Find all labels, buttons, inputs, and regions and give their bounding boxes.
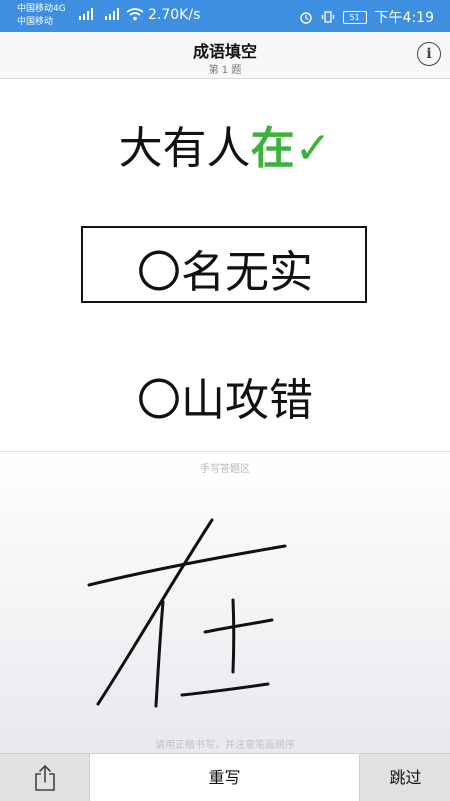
idiom-line-3: 〇山攻错 bbox=[0, 364, 450, 428]
share-button[interactable] bbox=[0, 754, 90, 801]
bottom-toolbar: 重写 跳过 bbox=[0, 753, 450, 801]
wifi-icon bbox=[126, 8, 144, 21]
filled-answer: 在 bbox=[250, 123, 295, 174]
idiom-text: 大有人 bbox=[118, 123, 251, 174]
clock: 下午4:19 bbox=[374, 10, 434, 26]
question-number: 第 1 题 bbox=[208, 65, 242, 76]
idiom-line-2: 〇名无实 bbox=[0, 236, 450, 300]
idiom-text: 名无实 bbox=[181, 247, 313, 298]
carrier-label-2: 中国移动 bbox=[17, 17, 54, 27]
rewrite-button[interactable]: 重写 bbox=[90, 754, 359, 801]
info-button[interactable]: i bbox=[417, 42, 441, 66]
carrier-label: 中国移动4G bbox=[17, 4, 66, 14]
skip-button[interactable]: 跳过 bbox=[359, 754, 450, 801]
alarm-icon bbox=[299, 12, 312, 24]
blank-circle-icon: 〇 bbox=[137, 247, 181, 298]
battery-icon: 51 bbox=[342, 10, 367, 24]
status-right: 51 下午4:19 bbox=[299, 7, 434, 27]
idiom-line-1: 大有人在✓ bbox=[0, 112, 450, 176]
network-speed: 2.70K/s bbox=[148, 7, 201, 23]
signal-icon bbox=[79, 8, 93, 20]
share-icon bbox=[35, 764, 55, 791]
signal-icon-2 bbox=[105, 8, 119, 20]
idiom-text: 山攻错 bbox=[181, 375, 313, 426]
page-title: 成语填空 bbox=[192, 42, 257, 61]
handwriting-stroke bbox=[87, 518, 287, 708]
nav-bar: 成语填空 第 1 题 i bbox=[0, 32, 450, 79]
handwriting-hint: 请用正楷书写，并注意笔画顺序 bbox=[155, 740, 295, 751]
status-bar: 中国移动4G 中国移动 2.70K/s 51 下午4:19 bbox=[0, 0, 450, 32]
handwriting-area[interactable]: 手写答题区 请用正楷书写，并注意笔画顺序 bbox=[0, 451, 450, 754]
vibrate-icon bbox=[321, 11, 334, 23]
check-icon: ✓ bbox=[294, 123, 332, 174]
blank-circle-icon: 〇 bbox=[137, 375, 181, 426]
